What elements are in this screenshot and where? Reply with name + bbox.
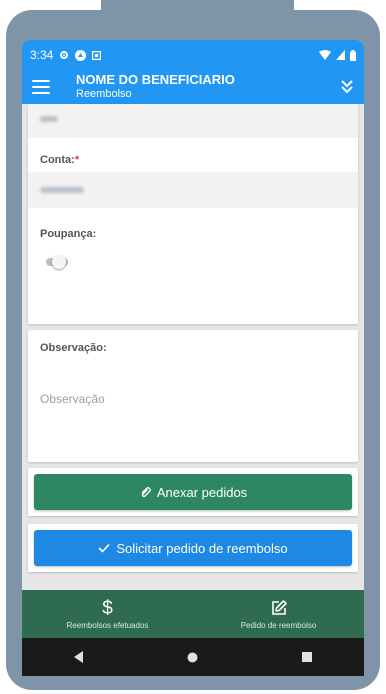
poupanca-toggle[interactable]	[42, 255, 70, 269]
observacao-card: Observação: Observação	[28, 330, 358, 462]
menu-icon[interactable]	[32, 80, 50, 94]
paperclip-icon	[141, 487, 151, 498]
status-left: 3:34	[30, 48, 102, 62]
media-notification-icon	[92, 50, 102, 60]
system-navigation-bar	[22, 638, 364, 676]
observacao-label: Observação:	[40, 342, 107, 354]
observacao-input[interactable]: Observação	[40, 392, 105, 406]
settings-notification-icon	[60, 51, 69, 59]
masked-value	[40, 187, 84, 193]
chevron-double-down-icon[interactable]	[340, 78, 354, 94]
app-titles: NOME DO BENEFICIARIO Reembolso	[76, 72, 235, 101]
status-right	[319, 49, 356, 61]
status-bar: 3:34	[22, 40, 364, 70]
bottom-navigation: $ Reembolsos efetuados Pedido de reembol…	[22, 590, 364, 638]
dollar-icon: $	[102, 597, 113, 619]
app-title: NOME DO BENEFICIARIO	[76, 72, 235, 88]
status-time: 3:34	[30, 48, 54, 62]
checkmark-icon	[98, 543, 110, 553]
phone-screen: 3:34 NOME DO BENEFICIARIO Reembolso Cont…	[22, 40, 364, 676]
phone-notch	[101, 0, 294, 38]
battery-icon	[350, 49, 356, 61]
app-notification-icon	[75, 49, 87, 61]
nav-item-reimbursement-request[interactable]: Pedido de reembolso	[193, 590, 364, 638]
nav-label-reimbursement-request: Pedido de reembolso	[240, 621, 317, 630]
masked-field-top[interactable]	[28, 104, 358, 138]
signal-icon	[336, 50, 345, 60]
masked-value	[40, 116, 58, 122]
form-content: Conta:* Poupança: Observação: Observação…	[22, 104, 364, 636]
request-reimbursement-button[interactable]: Solicitar pedido de reembolso	[34, 530, 352, 566]
home-icon[interactable]	[187, 652, 198, 663]
back-icon[interactable]	[73, 651, 84, 663]
conta-field[interactable]	[28, 172, 358, 208]
conta-label: Conta:*	[40, 154, 80, 166]
request-reimbursement-label: Solicitar pedido de reembolso	[116, 540, 288, 556]
nav-item-reimbursements-done[interactable]: $ Reembolsos efetuados	[22, 590, 193, 638]
app-bar: NOME DO BENEFICIARIO Reembolso	[22, 70, 364, 104]
poupanca-label: Poupança:	[40, 228, 97, 240]
app-subtitle: Reembolso	[76, 88, 132, 101]
edit-icon	[270, 598, 288, 618]
wifi-icon	[319, 50, 331, 60]
nav-label-reimbursements-done: Reembolsos efetuados	[66, 621, 149, 630]
recents-icon[interactable]	[302, 652, 313, 662]
bank-data-card: Conta:* Poupança:	[28, 104, 358, 324]
attach-orders-button[interactable]: Anexar pedidos	[34, 474, 352, 510]
attach-orders-label: Anexar pedidos	[156, 484, 248, 500]
